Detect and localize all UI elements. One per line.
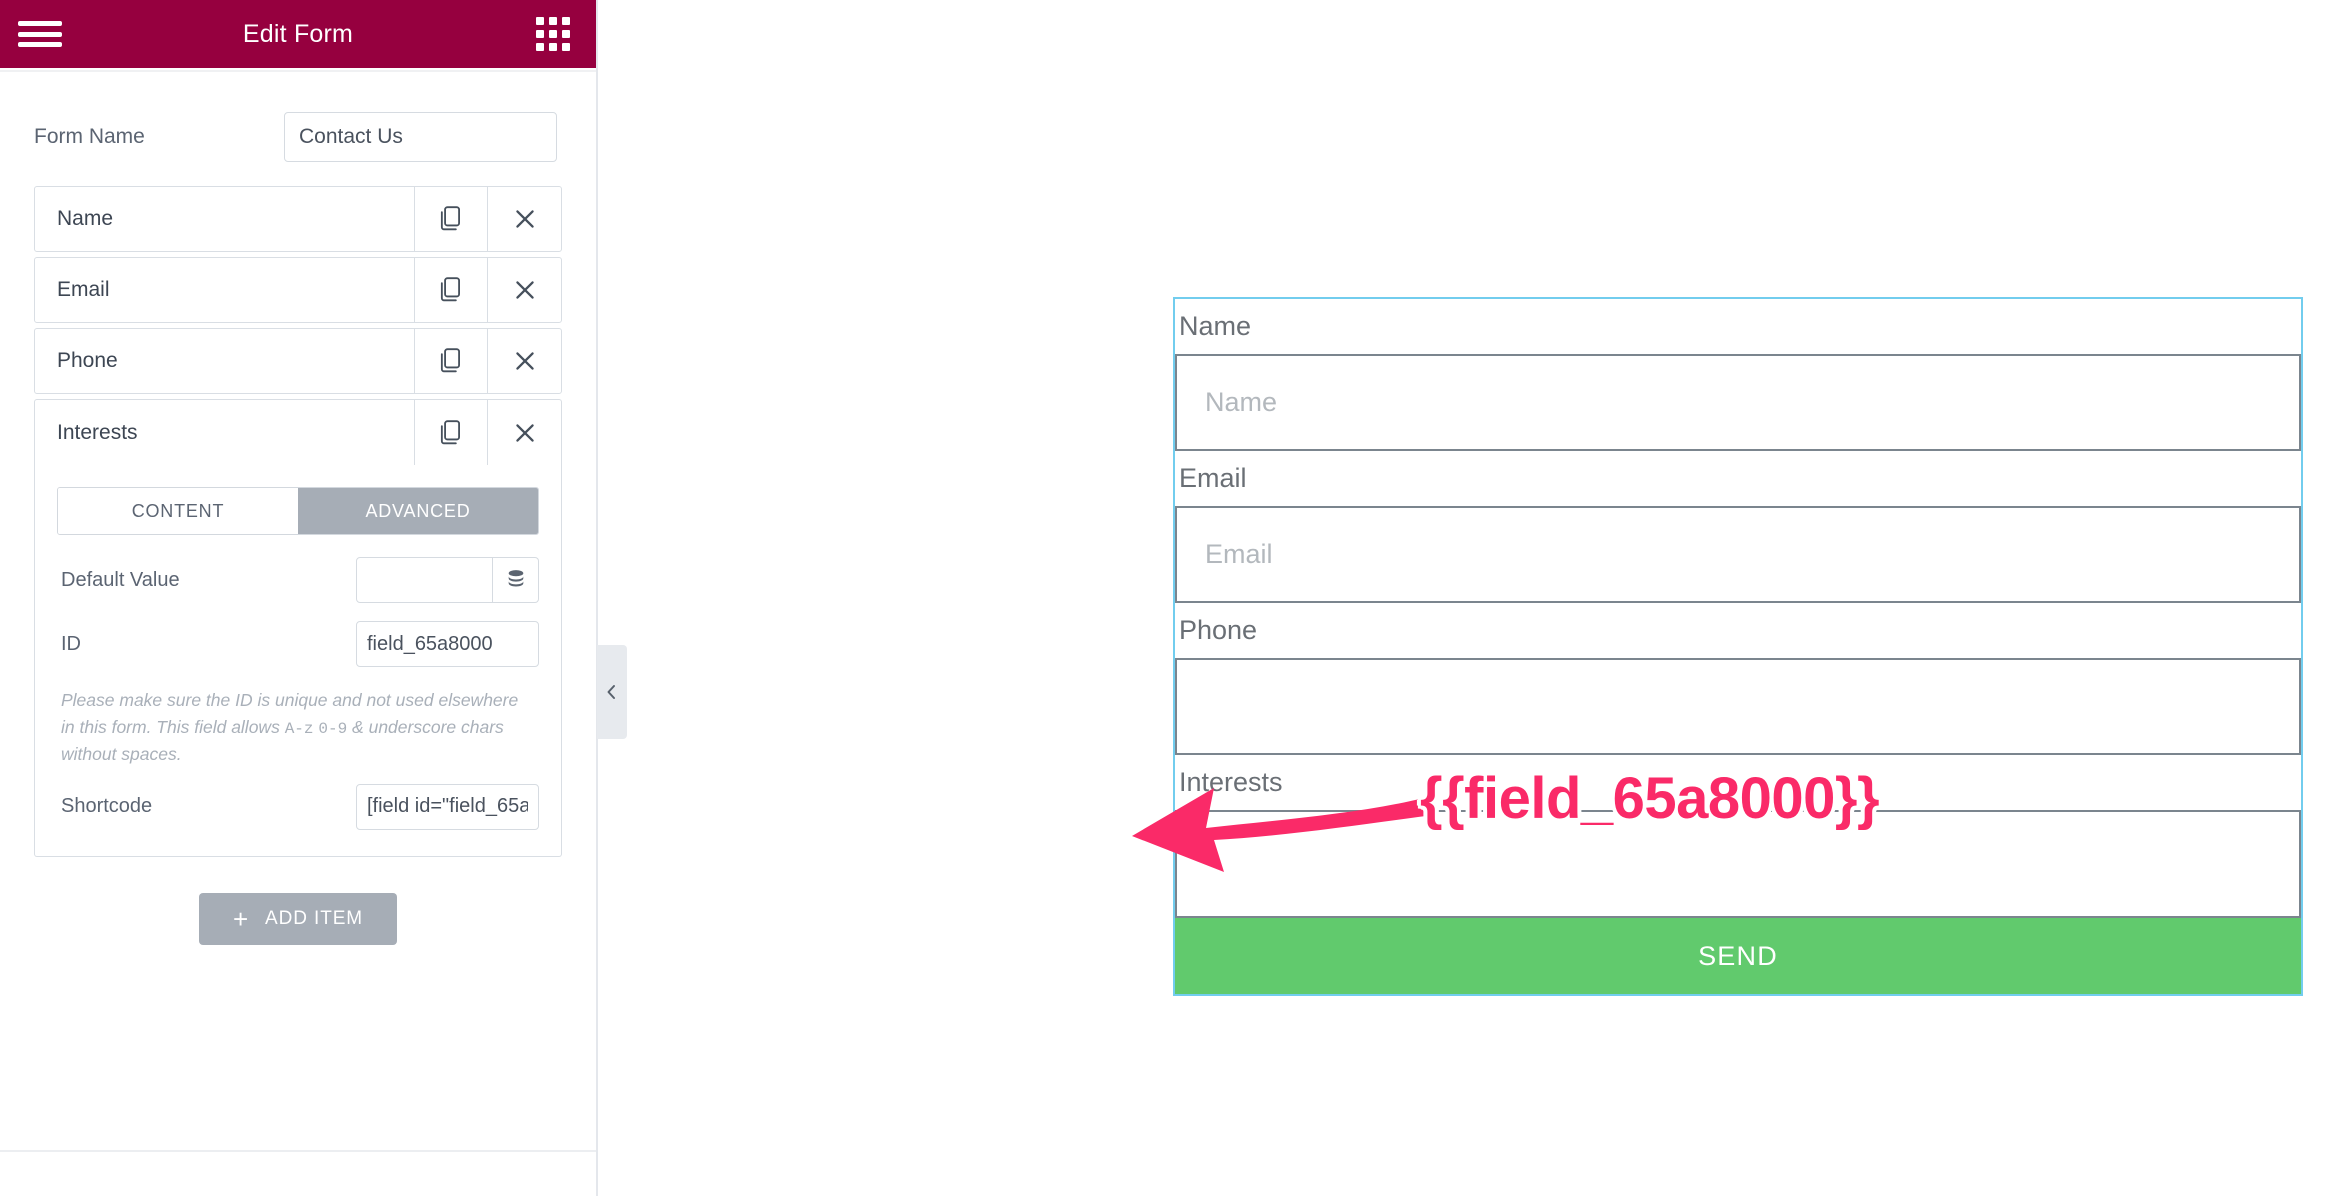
id-control [356,621,539,667]
panel-footer-divider [0,1150,596,1152]
preview-field-email: Email [1175,451,2301,603]
close-icon[interactable] [488,258,561,322]
close-icon[interactable] [488,187,561,251]
close-icon[interactable] [488,400,561,465]
panel-body: Form Name Name [0,68,596,1196]
duplicate-icon[interactable] [415,187,488,251]
field-label: Phone [35,329,415,393]
field-label: Email [35,258,415,322]
add-item-row: + ADD ITEM [0,892,596,945]
form-fields-list: Name Email Phone Interests [0,162,596,465]
id-row: ID [57,621,539,667]
add-item-button[interactable]: + ADD ITEM [198,892,398,945]
close-icon[interactable] [488,329,561,393]
field-label: Name [35,187,415,251]
form-preview-area: Name Email Phone Interests SEND {{field_… [600,0,2326,1196]
shortcode-label: Shortcode [61,795,153,817]
add-item-label: ADD ITEM [265,907,364,929]
preview-field-name: Name [1175,299,2301,451]
form-name-row: Form Name [0,72,596,162]
edit-form-panel: Edit Form Form Name Name [0,0,598,1196]
duplicate-icon[interactable] [415,400,488,465]
form-preview-widget[interactable]: Name Email Phone Interests SEND [1173,297,2303,996]
preview-input-name[interactable] [1175,354,2301,451]
default-value-input[interactable] [356,557,493,603]
shortcode-row: Shortcode [57,783,539,830]
default-value-label: Default Value [61,568,180,591]
preview-label-email: Email [1179,463,1247,493]
page-title: Edit Form [242,19,354,48]
hamburger-icon[interactable] [18,17,62,51]
id-help-text: Please make sure the ID is unique and no… [57,685,539,768]
tab-advanced[interactable]: ADVANCED [298,488,538,534]
shortcode-input[interactable] [356,783,539,830]
preview-input-phone[interactable] [1175,658,2301,755]
preview-field-interests: Interests [1175,755,2301,918]
field-row-name[interactable]: Name [34,186,562,252]
panel-collapse-handle[interactable] [597,645,627,739]
field-row-phone[interactable]: Phone [34,328,562,394]
app-screen: Edit Form Form Name Name [0,0,2326,1196]
field-row-interests[interactable]: Interests [34,399,562,465]
default-value-row: Default Value [57,557,539,603]
duplicate-icon[interactable] [415,329,488,393]
preview-field-phone: Phone [1175,603,2301,755]
id-input[interactable] [356,621,539,667]
preview-label-phone: Phone [1179,615,1258,645]
shortcode-control [356,783,539,830]
preview-label-interests: Interests [1179,767,1283,797]
default-value-control [356,557,539,603]
database-icon[interactable] [493,557,539,603]
preview-send-button[interactable]: SEND [1175,918,2301,994]
field-settings-panel: CONTENT ADVANCED Default Value ID field_… [34,465,562,857]
apps-grid-icon[interactable] [536,17,570,51]
preview-input-interests[interactable] [1175,810,2301,918]
field-label: Interests [35,400,415,465]
id-help-code-letters: A-z [284,719,314,738]
preview-input-email[interactable] [1175,506,2301,603]
tab-content[interactable]: CONTENT [58,488,298,534]
chevron-left-icon [607,685,615,699]
panel-header: Edit Form [0,0,596,68]
id-label: ID [61,632,81,655]
plus-icon: + [232,903,250,934]
form-name-input[interactable] [284,112,557,162]
form-name-input-wrap [284,112,557,162]
form-name-label: Form Name [34,125,145,148]
settings-tabs: CONTENT ADVANCED [57,487,539,535]
duplicate-icon[interactable] [415,258,488,322]
preview-label-name: Name [1179,311,1252,341]
id-help-code-digits: 0-9 [318,719,348,738]
field-row-email[interactable]: Email [34,257,562,323]
